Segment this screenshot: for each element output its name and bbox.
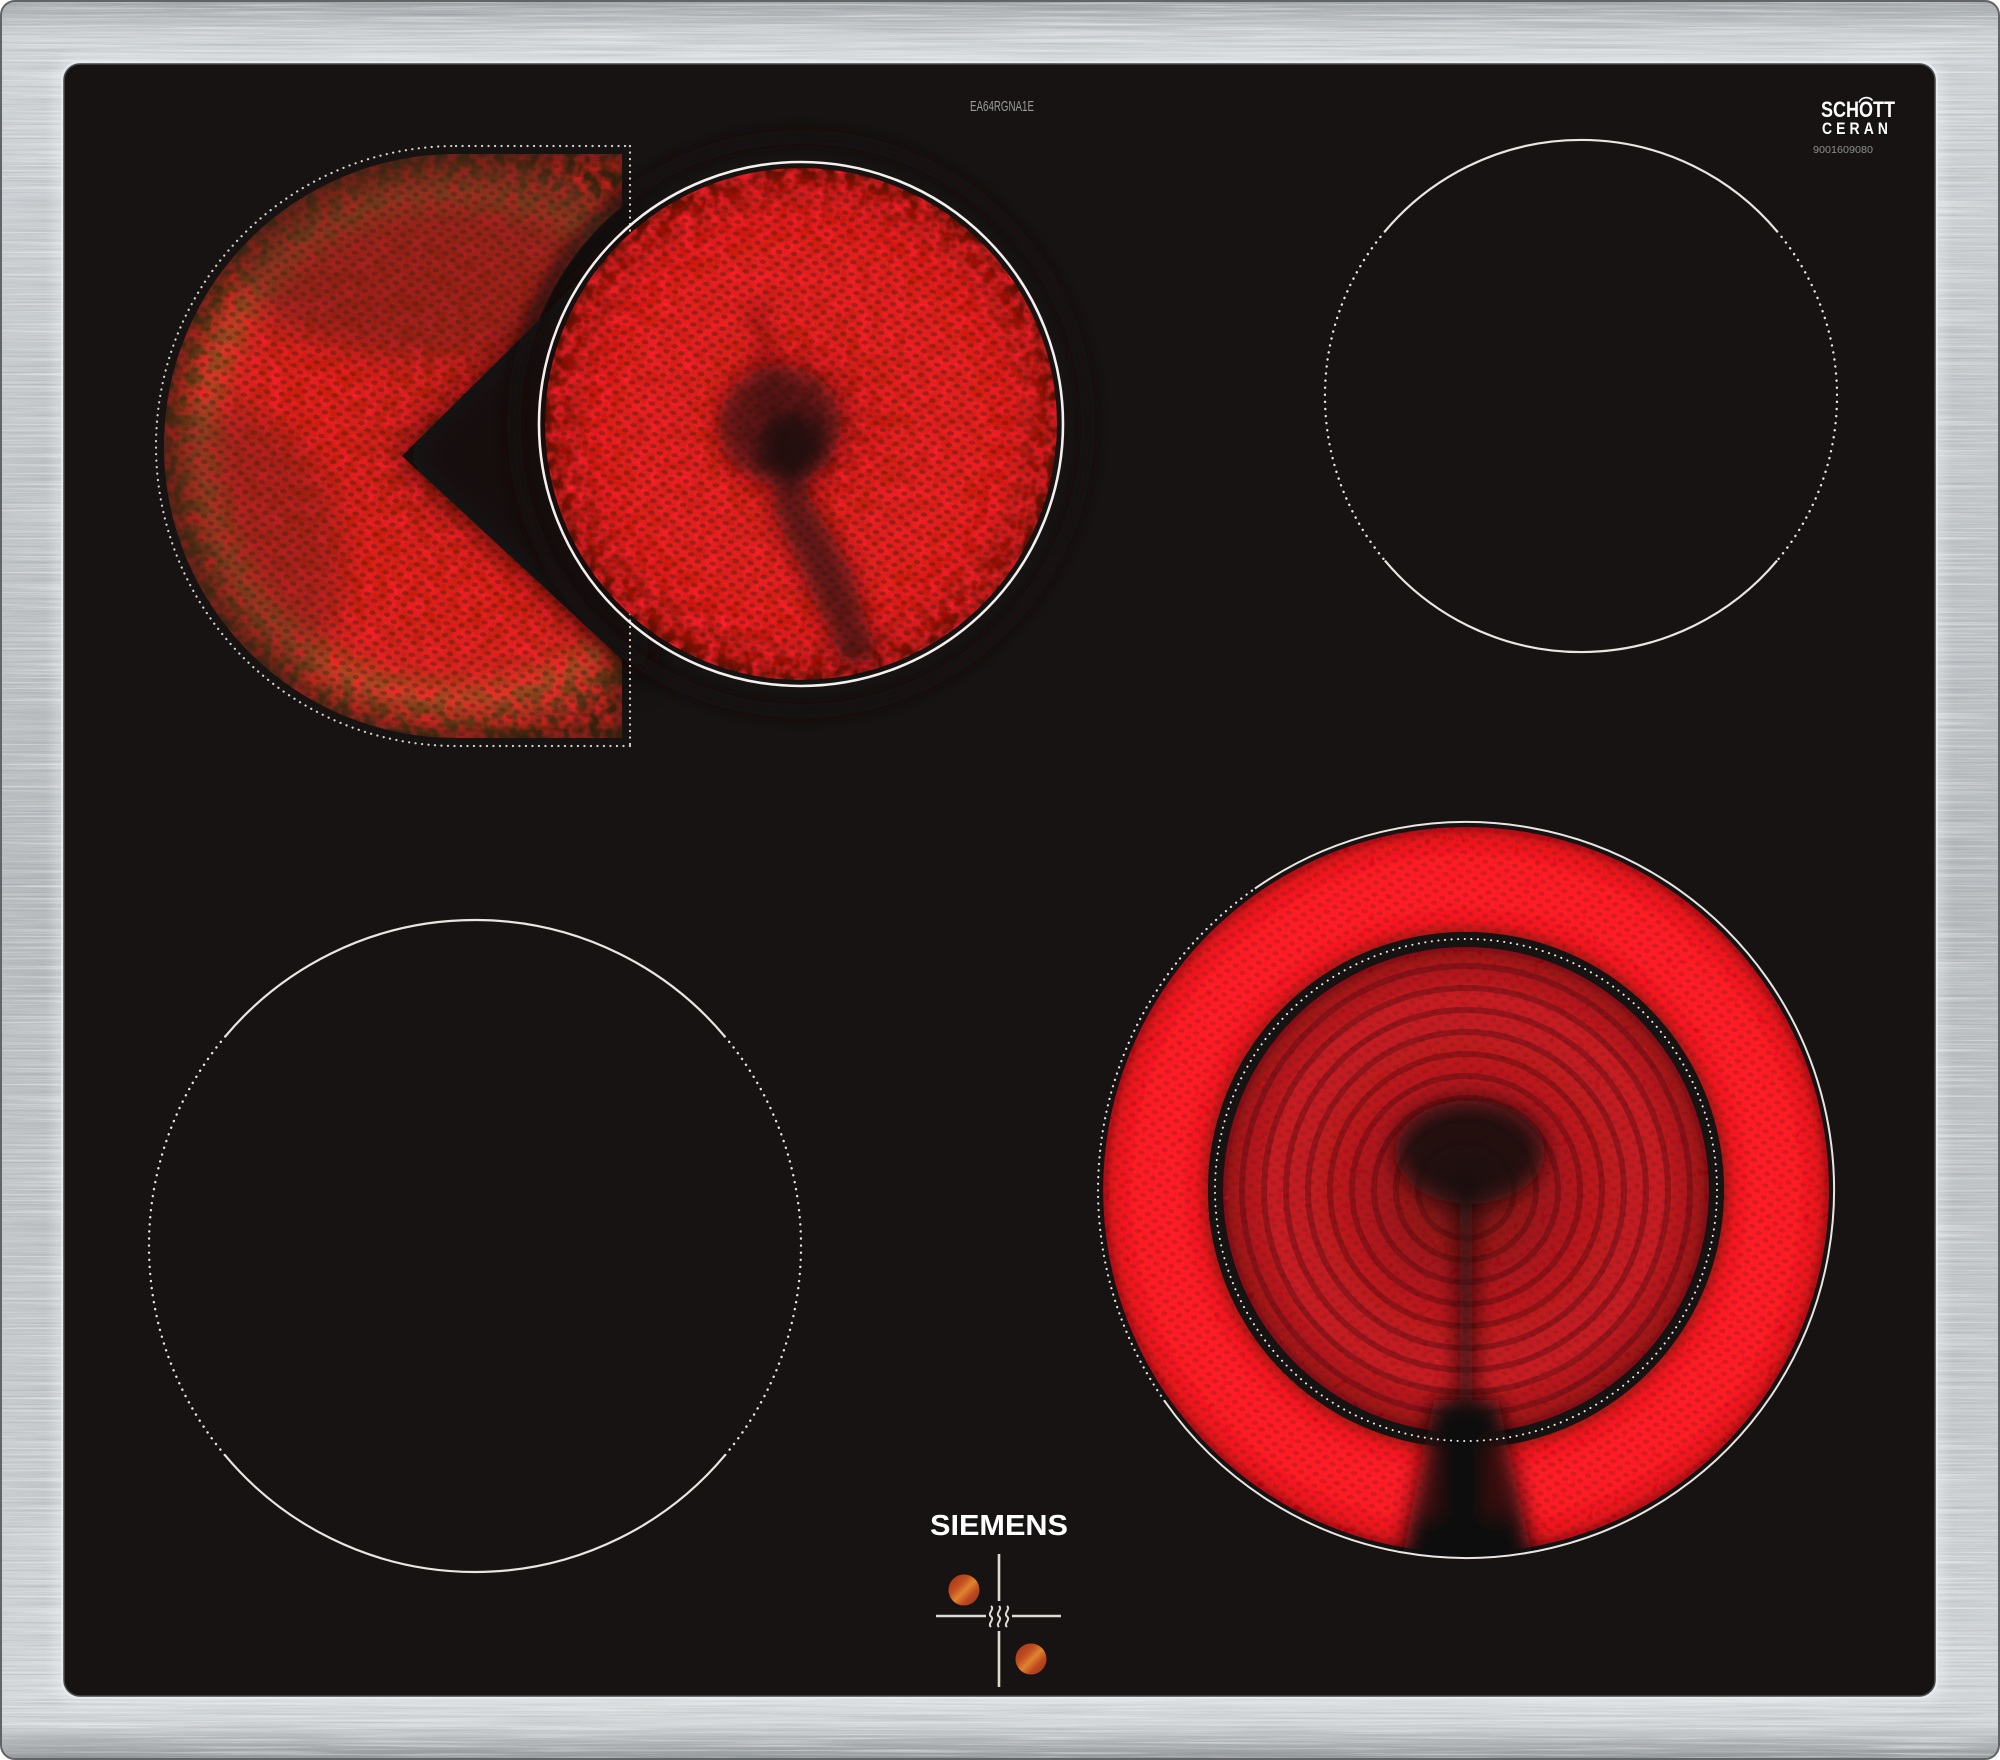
svg-text:EA64RGNA1E: EA64RGNA1E	[970, 98, 1034, 115]
svg-text:9001609080: 9001609080	[1813, 144, 1873, 156]
svg-text:SIEMENS: SIEMENS	[930, 1510, 1068, 1542]
svg-text:CERAN: CERAN	[1822, 119, 1892, 138]
